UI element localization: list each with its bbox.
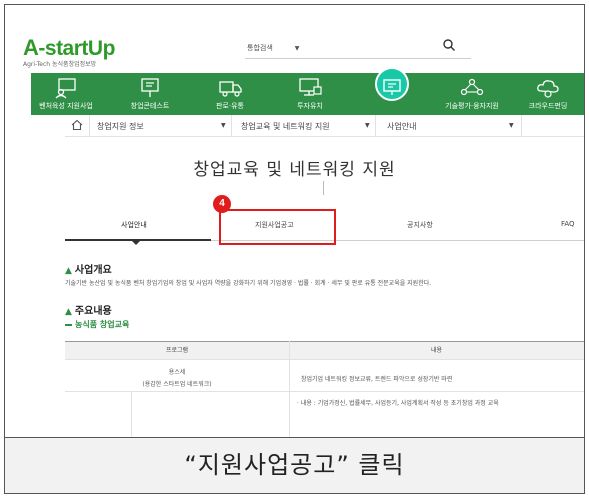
- nav-label: 투자유치: [297, 102, 323, 110]
- tab-announcements[interactable]: 공지사항: [407, 220, 433, 230]
- click-highlight-box: [219, 209, 336, 245]
- triangle-icon: ▲: [65, 266, 72, 276]
- nav-label: 크라우드펀딩: [528, 102, 568, 110]
- site-logo[interactable]: A-startUp Agri-Tech 농식품창업정보망: [23, 35, 163, 68]
- nav-item-tech-eval[interactable]: 기술평가·융자지원: [439, 73, 505, 115]
- search-icon[interactable]: [442, 38, 456, 52]
- page-title: 창업교육 및 네트워킹 지원: [193, 160, 396, 180]
- network-people-icon: [460, 78, 484, 96]
- nav-label: 판로·유통: [216, 102, 244, 110]
- divider: [231, 115, 232, 137]
- search-scope-label: 통합검색: [247, 44, 273, 52]
- table-cell-program: 용스세 (용감한 스타트업 네트워크): [142, 369, 212, 388]
- logo-subtitle: Agri-Tech 농식품창업정보망: [23, 61, 97, 68]
- divider: [375, 115, 376, 137]
- chevron-down-icon[interactable]: ▼: [509, 122, 514, 129]
- table-cell-content: 창업기업 네트워킹 정보교류, 트렌드 파악으로 성장기반 마련: [301, 376, 453, 383]
- active-tab-caret: [131, 240, 141, 245]
- table-divider: [131, 391, 132, 437]
- breadcrumb-level1[interactable]: 창업지원 정보: [97, 121, 144, 132]
- table-cell-content: · 내용 : 기업가정신, 법률세무, 사업등기, 사업계획서 작성 등 초기창…: [297, 400, 499, 407]
- overview-heading: ▲ 사업개요: [65, 265, 112, 276]
- tab-business-info[interactable]: 사업안내: [121, 220, 147, 230]
- monitor-money-icon: [299, 78, 322, 96]
- table-divider: [289, 341, 290, 437]
- nav-item-contest[interactable]: 창업콘테스트: [115, 73, 185, 115]
- nav-item-crowdfunding[interactable]: 크라우드펀딩: [515, 73, 581, 115]
- screenshot-area: A-startUp Agri-Tech 농식품창업정보망 통합검색 ▼ 벤처육성 …: [5, 5, 584, 437]
- main-nav: 벤처육성 지원사업 창업콘테스트 판로·유통 투자유치 기술평가·융자지원 크라…: [31, 67, 584, 115]
- table-divider: [65, 391, 584, 392]
- truck-icon: [219, 81, 242, 97]
- presentation-icon: [141, 78, 159, 97]
- step-badge: 4: [213, 195, 231, 213]
- nav-item-venture[interactable]: 벤처육성 지원사업: [31, 73, 101, 115]
- presentation-screen-icon: [383, 79, 401, 95]
- breadcrumb-level3[interactable]: 사업안내: [387, 121, 416, 132]
- main-content-heading: ▲ 주요내용: [65, 306, 112, 317]
- education-subheading: 농식품 창업교육: [65, 319, 129, 330]
- chevron-down-icon[interactable]: ▼: [365, 122, 370, 129]
- divider: [89, 115, 90, 137]
- triangle-icon: ▲: [65, 307, 72, 317]
- table-header-program: 프로그램: [65, 341, 289, 359]
- overview-text: 기술기반 농산업 및 농식품 벤처 창업기업의 창업 및 사업자 역량을 강화하…: [65, 280, 432, 287]
- breadcrumb: 창업지원 정보 ▼ 창업교육 및 네트워킹 지원 ▼ 사업안내 ▼: [65, 115, 584, 137]
- logo-text: A-startUp: [23, 35, 115, 60]
- nav-item-sales[interactable]: 판로·유통: [197, 73, 263, 115]
- dash-icon: [65, 323, 72, 326]
- search-scope-select[interactable]: 통합검색 ▼: [247, 43, 299, 53]
- table-divider: [65, 359, 584, 360]
- nav-label: 창업콘테스트: [130, 102, 170, 110]
- instruction-caption: “지원사업공고” 클릭: [5, 438, 584, 493]
- title-divider: [323, 181, 324, 195]
- nav-item-investment[interactable]: 투자유치: [275, 73, 345, 115]
- tutorial-frame: A-startUp Agri-Tech 농식품창업정보망 통합검색 ▼ 벤처육성 …: [4, 4, 585, 494]
- chevron-down-icon: ▼: [294, 45, 300, 52]
- nav-label: 기술평가·융자지원: [445, 102, 499, 110]
- chevron-down-icon[interactable]: ▼: [221, 122, 226, 129]
- nav-label: 벤처육성 지원사업: [39, 102, 93, 110]
- cloud-money-icon: [537, 80, 559, 98]
- tab-faq[interactable]: FAQ: [561, 220, 575, 228]
- divider: [521, 115, 522, 137]
- search-input-underline[interactable]: [245, 58, 471, 59]
- home-icon[interactable]: [71, 119, 83, 131]
- person-board-icon: [55, 78, 76, 99]
- nav-item-education[interactable]: [357, 67, 427, 115]
- table-header-content: 내용: [289, 341, 584, 359]
- breadcrumb-level2[interactable]: 창업교육 및 네트워킹 지원: [241, 121, 330, 132]
